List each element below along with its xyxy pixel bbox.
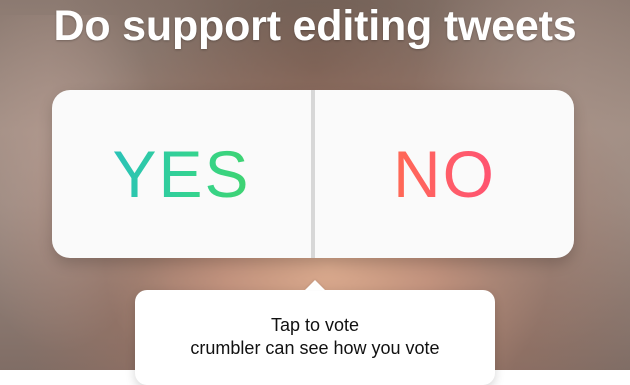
story-title: Do support editing tweets <box>53 2 577 50</box>
tooltip-line2: crumbler can see how you vote <box>190 338 440 358</box>
poll-option-no[interactable]: NO <box>315 90 574 258</box>
vote-tooltip: Tap to vote crumbler can see how you vot… <box>135 290 495 385</box>
tooltip-line1: Tap to vote <box>270 315 360 335</box>
poll-sticker: YES NO <box>52 90 574 258</box>
poll-option-yes[interactable]: YES <box>52 90 311 258</box>
